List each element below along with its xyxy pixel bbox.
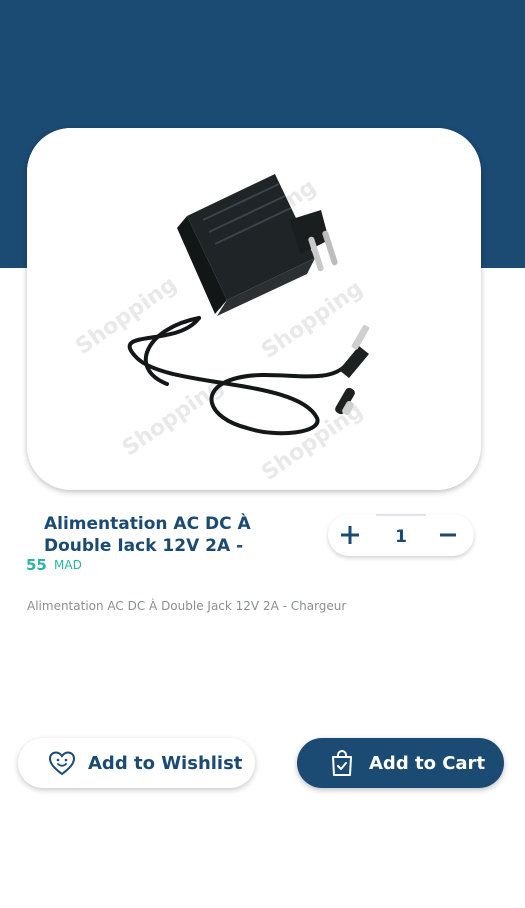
- plus-icon: [341, 526, 359, 544]
- add-to-wishlist-button[interactable]: Add to Wishlist: [18, 738, 255, 788]
- cart-label: Add to Cart: [369, 752, 486, 774]
- product-title: Alimentation AC DC À Double Jack 12V 2A …: [44, 514, 251, 551]
- add-to-cart-button[interactable]: Add to Cart: [297, 738, 504, 788]
- quantity-decrease-button[interactable]: [426, 514, 470, 556]
- price-currency: MAD: [54, 558, 82, 572]
- wishlist-label: Add to Wishlist: [88, 752, 243, 774]
- quantity-value: 1: [376, 514, 426, 558]
- product-description: Alimentation AC DC À Double Jack 12V 2A …: [27, 599, 347, 613]
- product-image: Shopping Shopping Shopping Shopping Shop…: [27, 128, 481, 490]
- quantity-increase-button[interactable]: [328, 514, 372, 556]
- quantity-stepper: 1: [328, 514, 474, 556]
- heart-smile-icon: [48, 751, 76, 776]
- minus-icon: [440, 533, 456, 537]
- product-price: 55: [26, 556, 47, 574]
- shopping-bag-icon: [332, 750, 352, 776]
- product-image-card[interactable]: Shopping Shopping Shopping Shopping Shop…: [27, 128, 481, 490]
